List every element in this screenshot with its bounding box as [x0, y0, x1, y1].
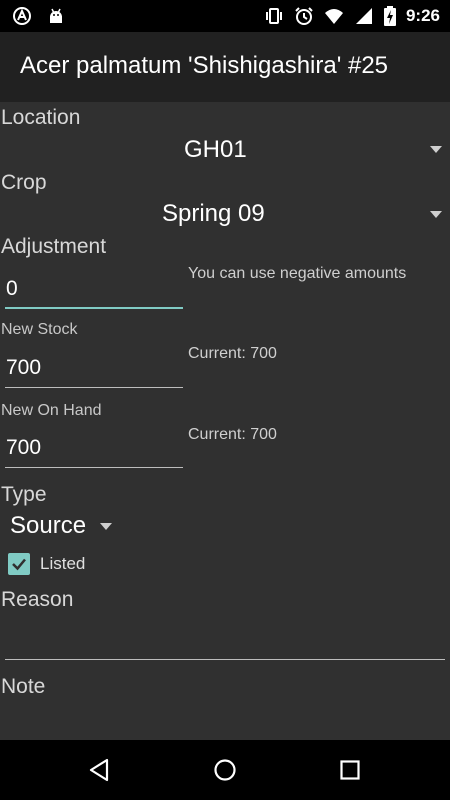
- type-value: Source: [10, 512, 87, 539]
- listed-checkbox-row[interactable]: Listed: [8, 552, 85, 576]
- type-spinner[interactable]: Source: [10, 510, 120, 544]
- adjustment-input[interactable]: 0: [5, 273, 183, 309]
- input-underline: [5, 467, 183, 468]
- new-stock-input[interactable]: 700: [5, 352, 183, 388]
- listed-label: Listed: [40, 554, 86, 573]
- battery-charging-icon: [383, 6, 396, 26]
- alarm-icon: [294, 6, 314, 26]
- dropdown-arrow-icon: [430, 146, 442, 153]
- input-underline: [5, 387, 183, 388]
- dropdown-arrow-icon: [430, 211, 442, 218]
- new-on-hand-current: Current: 700: [188, 426, 277, 443]
- location-value: GH01: [184, 136, 247, 163]
- type-label: Type: [1, 483, 47, 506]
- new-stock-current: Current: 700: [188, 345, 277, 362]
- new-stock-value: 700: [6, 356, 42, 379]
- home-icon[interactable]: [210, 755, 240, 785]
- adjustment-value: 0: [6, 277, 18, 300]
- adjustment-hint: You can use negative amounts: [188, 265, 407, 282]
- signal-icon: [354, 6, 374, 26]
- back-icon[interactable]: [85, 755, 115, 785]
- vibrate-icon: [264, 6, 284, 26]
- crop-value: Spring 09: [162, 200, 265, 227]
- note-label: Note: [1, 675, 46, 698]
- android-icon: [46, 6, 66, 26]
- new-stock-label: New Stock: [1, 321, 78, 338]
- new-on-hand-value: 700: [6, 436, 42, 459]
- adjustment-label: Adjustment: [1, 235, 107, 258]
- status-bar: 9:26: [0, 0, 450, 32]
- crop-spinner[interactable]: Spring 09: [0, 197, 450, 233]
- app-bar: Acer palmatum 'Shishigashira' #25: [0, 32, 450, 102]
- navigation-bar: [0, 740, 450, 800]
- new-on-hand-input[interactable]: 700: [5, 432, 183, 468]
- crop-label: Crop: [1, 171, 47, 194]
- input-underline: [5, 659, 445, 660]
- page-title: Acer palmatum 'Shishigashira' #25: [20, 52, 389, 79]
- form-content: Location GH01 Crop Spring 09 Adjustment …: [0, 102, 450, 740]
- location-label: Location: [1, 106, 81, 129]
- reason-label: Reason: [1, 588, 74, 611]
- dropdown-arrow-icon: [100, 523, 112, 530]
- checkmark-icon: [12, 558, 26, 571]
- new-on-hand-label: New On Hand: [1, 402, 102, 419]
- reason-input[interactable]: [5, 622, 445, 660]
- location-spinner[interactable]: GH01: [0, 132, 450, 168]
- wifi-icon: [324, 6, 344, 26]
- recents-icon[interactable]: [335, 755, 365, 785]
- input-underline: [5, 307, 183, 309]
- clock-time: 9:26: [405, 6, 440, 25]
- at-sign-icon: [12, 6, 32, 26]
- listed-checkbox[interactable]: [8, 553, 30, 575]
